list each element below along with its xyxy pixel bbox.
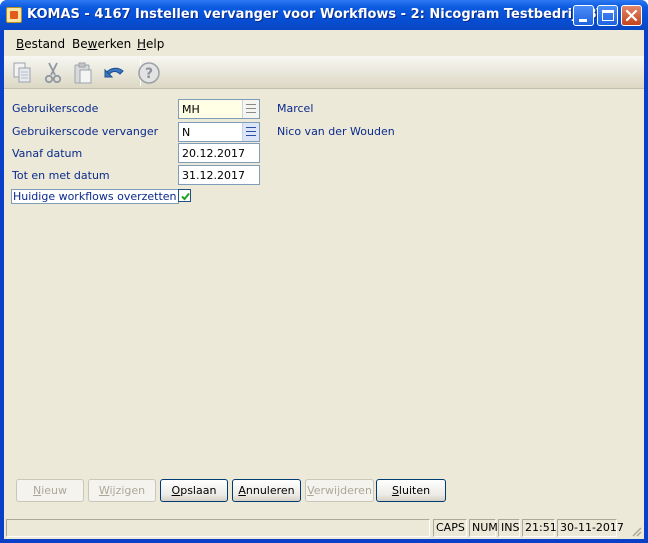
vervanger-input[interactable]: N <box>178 122 260 142</box>
vervanger-label: Gebruikerscode vervanger <box>12 125 159 138</box>
vervanger-value: N <box>182 126 191 139</box>
status-bar: CAPS NUM INS 21:51 30-11-2017 <box>4 517 644 539</box>
status-date: 30-11-2017 <box>557 519 624 537</box>
application-window: KOMAS - 4167 Instellen vervanger voor Wo… <box>0 0 648 543</box>
client-area: Bestand Bewerken Help ? Gebruikerscode M… <box>4 30 644 539</box>
checkmark-icon <box>181 192 190 201</box>
app-icon[interactable] <box>6 7 22 23</box>
status-caps: CAPS <box>433 519 467 537</box>
status-num: NUM <box>469 519 498 537</box>
paste-icon[interactable] <box>70 60 96 86</box>
overzetten-checkbox[interactable] <box>178 189 191 202</box>
vervanger-name: Nico van der Wouden <box>277 125 395 138</box>
cut-icon[interactable] <box>40 60 66 86</box>
tot-datum-input[interactable]: 31.12.2017 <box>178 165 260 185</box>
gebruikerscode-value: MH <box>182 103 200 116</box>
opslaan-button[interactable]: Opslaan <box>160 479 228 502</box>
annuleren-button[interactable]: Annuleren <box>232 479 301 502</box>
maximize-icon <box>602 10 614 21</box>
status-time: 21:51 <box>522 519 557 537</box>
menu-bar: Bestand Bewerken Help <box>4 30 644 56</box>
gebruikerscode-name: Marcel <box>277 102 314 115</box>
svg-text:?: ? <box>145 66 153 82</box>
undo-icon[interactable] <box>101 60 127 86</box>
window-title: KOMAS - 4167 Instellen vervanger voor Wo… <box>27 7 607 22</box>
status-ins: INS <box>498 519 520 537</box>
menu-bestand[interactable]: Bestand <box>16 37 65 51</box>
close-button[interactable] <box>621 5 642 26</box>
status-message-area <box>6 519 430 537</box>
sluiten-button[interactable]: Sluiten <box>376 479 446 502</box>
verwijderen-button[interactable]: Verwijderen <box>305 479 374 502</box>
vanaf-datum-input[interactable]: 20.12.2017 <box>178 143 260 163</box>
close-icon <box>625 9 638 22</box>
tot-datum-label: Tot en met datum <box>12 169 110 182</box>
copy-icon[interactable] <box>10 60 36 86</box>
maximize-button[interactable] <box>597 5 618 26</box>
title-bar[interactable]: KOMAS - 4167 Instellen vervanger voor Wo… <box>0 0 648 30</box>
overzetten-label: Huidige workflows overzetten <box>11 189 179 204</box>
vanaf-datum-label: Vanaf datum <box>12 147 83 160</box>
resize-grip-icon[interactable] <box>630 525 642 537</box>
nieuw-button[interactable]: Nieuw <box>16 479 84 502</box>
toolbar: ? <box>4 56 644 89</box>
help-icon[interactable]: ? <box>136 60 162 86</box>
wijzigen-button[interactable]: Wijzigen <box>88 479 156 502</box>
minimize-icon <box>579 19 587 22</box>
menu-help[interactable]: Help <box>137 37 164 51</box>
minimize-button[interactable] <box>573 5 594 26</box>
gebruikerscode-input[interactable]: MH <box>178 99 260 119</box>
menu-bewerken[interactable]: Bewerken <box>72 37 131 51</box>
vervanger-lookup-button[interactable] <box>242 123 259 141</box>
gebruikerscode-lookup-button[interactable] <box>242 100 259 118</box>
gebruikerscode-label: Gebruikerscode <box>12 102 99 115</box>
